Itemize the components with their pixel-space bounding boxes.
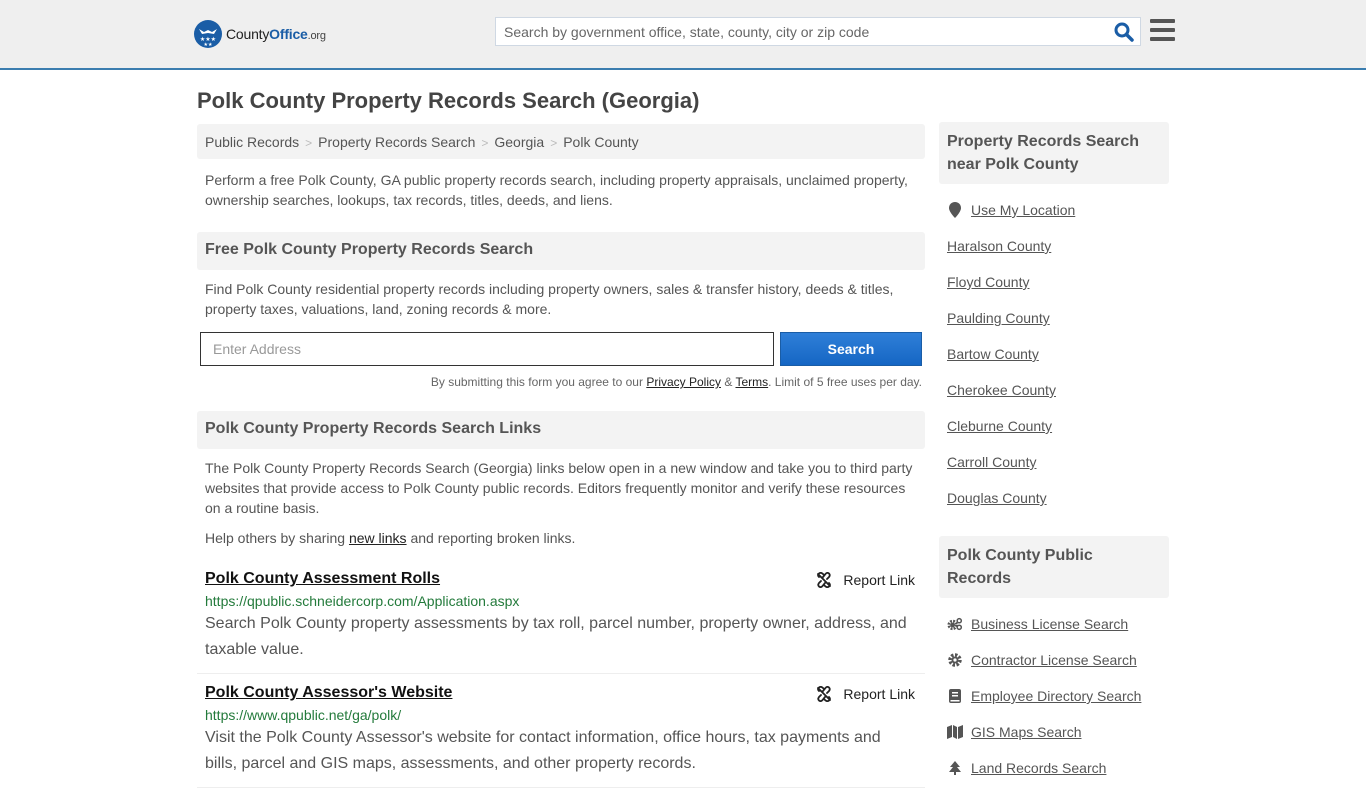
breadcrumb-separator: > — [305, 136, 313, 150]
main-content: Public Records > Property Records Search > G… — [197, 124, 925, 788]
link-item: Polk County Assessment Rolls Report Link… — [197, 562, 925, 674]
nearby-county-item[interactable]: Bartow County — [947, 336, 1161, 372]
link-title[interactable]: Polk County Assessor's Website — [205, 684, 452, 702]
nearby-county-item[interactable]: Carroll County — [947, 444, 1161, 480]
nearby-county-item[interactable]: Floyd County — [947, 264, 1161, 300]
intro-text: Perform a free Polk County, GA public pr… — [205, 172, 908, 208]
nearby-heading: Property Records Search near Polk County — [939, 122, 1169, 184]
link-url[interactable]: https://qpublic.schneidercorp.com/Applic… — [205, 593, 917, 609]
link-description: Search Polk County property assessments … — [205, 615, 907, 658]
link-list: Polk County Assessment Rolls Report Link… — [197, 562, 925, 788]
public-record-item[interactable]: Employee Directory Search — [947, 678, 1161, 714]
public-record-item[interactable]: Business License Search — [947, 606, 1161, 642]
nearby-county-item[interactable]: Douglas County — [947, 480, 1161, 516]
nearby-list: Use My Location Haralson County Floyd Co… — [939, 192, 1169, 516]
link-url[interactable]: https://www.qpublic.net/ga/polk/ — [205, 707, 917, 723]
new-links-link[interactable]: new links — [349, 530, 407, 546]
terms-link[interactable]: Terms — [735, 375, 768, 389]
nearby-county-link[interactable]: Cherokee County — [947, 382, 1056, 398]
site-search-input[interactable] — [496, 18, 1096, 45]
privacy-policy-link[interactable]: Privacy Policy — [646, 375, 721, 389]
public-records-heading: Polk County Public Records — [939, 536, 1169, 598]
address-input[interactable] — [200, 332, 774, 366]
report-link-button[interactable]: Report Link — [816, 572, 915, 588]
broken-link-icon — [817, 686, 832, 702]
breadcrumb: Public Records > Property Records Search > G… — [197, 124, 925, 159]
link-title[interactable]: Polk County Assessment Rolls — [205, 570, 440, 588]
link-item: Polk County Assessor's Website Report Li… — [197, 674, 925, 788]
help-text: Help others by sharing new links and rep… — [197, 528, 925, 548]
site-logo[interactable]: ★★★ ★★ CountyOffice.org — [194, 20, 326, 48]
broken-link-icon — [817, 572, 832, 588]
logo-wordmark: CountyOffice.org — [226, 26, 326, 42]
svg-text:★★: ★★ — [204, 42, 213, 48]
nearby-county-link[interactable]: Douglas County — [947, 490, 1047, 506]
use-my-location[interactable]: Use My Location — [947, 192, 1161, 228]
report-link-label: Report Link — [843, 686, 915, 702]
public-record-link[interactable]: Employee Directory Search — [971, 688, 1141, 704]
nearby-county-link[interactable]: Cleburne County — [947, 418, 1052, 434]
use-my-location-link[interactable]: Use My Location — [971, 202, 1075, 218]
free-search-description: Find Polk County residential property re… — [205, 281, 894, 317]
logo-county: County — [226, 26, 270, 42]
logo-org: .org — [307, 30, 326, 42]
nearby-county-item[interactable]: Cleburne County — [947, 408, 1161, 444]
terms-amp: & — [721, 375, 736, 389]
hamburger-menu-icon[interactable] — [1150, 19, 1175, 41]
breadcrumb-public-records[interactable]: Public Records — [205, 134, 299, 150]
eagle-logo-icon: ★★★ ★★ — [194, 20, 222, 48]
breadcrumb-property-records-search[interactable]: Property Records Search — [318, 134, 475, 150]
breadcrumb-polk-county[interactable]: Polk County — [563, 134, 638, 150]
breadcrumb-georgia[interactable]: Georgia — [494, 134, 544, 150]
breadcrumb-separator: > — [550, 136, 558, 150]
public-record-link[interactable]: Land Records Search — [971, 760, 1106, 776]
gears-icon — [947, 616, 963, 632]
nearby-county-item[interactable]: Cherokee County — [947, 372, 1161, 408]
free-search-heading: Free Polk County Property Records Search — [197, 232, 925, 270]
nearby-county-item[interactable]: Paulding County — [947, 300, 1161, 336]
report-link-label: Report Link — [843, 572, 915, 588]
breadcrumb-separator: > — [481, 136, 489, 150]
help-prefix: Help others by sharing — [205, 530, 349, 546]
links-section-heading: Polk County Property Records Search Link… — [197, 411, 925, 449]
nearby-county-link[interactable]: Haralson County — [947, 238, 1051, 254]
map-icon — [947, 724, 963, 740]
help-suffix: and reporting broken links. — [406, 530, 576, 546]
gear-icon — [947, 652, 963, 668]
nearby-county-link[interactable]: Floyd County — [947, 274, 1029, 290]
book-icon — [947, 688, 963, 704]
public-record-link[interactable]: GIS Maps Search — [971, 724, 1082, 740]
link-description: Visit the Polk County Assessor's website… — [205, 729, 881, 772]
report-link-button[interactable]: Report Link — [816, 686, 915, 702]
nearby-county-link[interactable]: Paulding County — [947, 310, 1050, 326]
terms-notice: By submitting this form you agree to our… — [197, 375, 925, 389]
public-record-item[interactable]: GIS Maps Search — [947, 714, 1161, 750]
nearby-county-item[interactable]: Haralson County — [947, 228, 1161, 264]
public-record-link[interactable]: Contractor License Search — [971, 652, 1137, 668]
nearby-county-link[interactable]: Bartow County — [947, 346, 1039, 362]
links-section-description: The Polk County Property Records Search … — [205, 460, 913, 516]
public-record-item[interactable]: Land Records Search — [947, 750, 1161, 786]
public-record-link[interactable]: Business License Search — [971, 616, 1128, 632]
public-record-item[interactable]: Contractor License Search — [947, 642, 1161, 678]
address-search-form: Search — [197, 332, 925, 366]
address-search-button[interactable]: Search — [780, 332, 922, 366]
nearby-county-link[interactable]: Carroll County — [947, 454, 1036, 470]
terms-prefix: By submitting this form you agree to our — [430, 375, 647, 389]
logo-office: Office — [269, 26, 308, 42]
sidebar: Property Records Search near Polk County… — [939, 122, 1169, 786]
tree-icon — [947, 760, 963, 776]
terms-suffix: . Limit of 5 free uses per day. — [768, 375, 922, 389]
page-title: Polk County Property Records Search (Geo… — [197, 88, 700, 113]
search-icon[interactable] — [1114, 22, 1134, 42]
site-header: ★★★ ★★ CountyOffice.org — [0, 0, 1366, 70]
map-marker-icon — [947, 202, 963, 218]
public-records-list: Business License Search Contractor Licen… — [939, 606, 1169, 786]
site-search — [495, 17, 1141, 46]
